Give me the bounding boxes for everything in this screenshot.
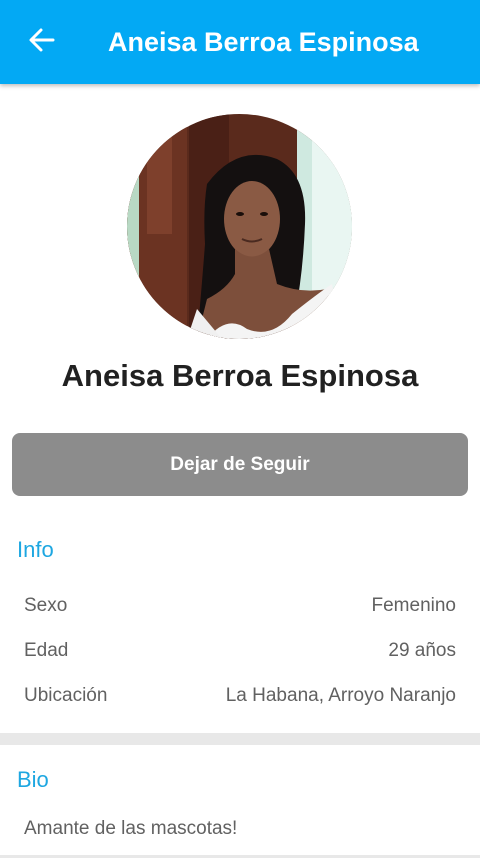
info-row-ubicacion: Ubicación La Habana, Arroyo Naranjo <box>24 685 456 715</box>
info-row-edad: Edad 29 años <box>24 640 456 670</box>
back-button[interactable] <box>22 24 62 60</box>
bio-text: Amante de las mascotas! <box>24 818 238 839</box>
avatar <box>127 114 352 339</box>
info-section-title: Info <box>17 537 54 562</box>
unfollow-button[interactable]: Dejar de Seguir <box>12 433 468 496</box>
info-value: Femenino <box>371 595 457 616</box>
info-label: Ubicación <box>24 685 108 706</box>
info-label: Edad <box>24 640 69 661</box>
page-title: Aneisa Berroa Espinosa <box>108 27 419 57</box>
arrow-left-icon <box>28 26 56 59</box>
bio-section-title: Bio <box>17 767 49 792</box>
info-value: La Habana, Arroyo Naranjo <box>225 685 456 706</box>
info-value: 29 años <box>388 640 456 661</box>
app-bar: Aneisa Berroa Espinosa <box>0 0 480 84</box>
profile-name: Aneisa Berroa Espinosa <box>61 358 419 393</box>
profile-content: Aneisa Berroa Espinosa Dejar de Seguir I… <box>0 84 480 858</box>
section-divider <box>0 733 480 745</box>
info-label: Sexo <box>24 595 68 616</box>
info-row-sexo: Sexo Femenino <box>24 595 456 625</box>
